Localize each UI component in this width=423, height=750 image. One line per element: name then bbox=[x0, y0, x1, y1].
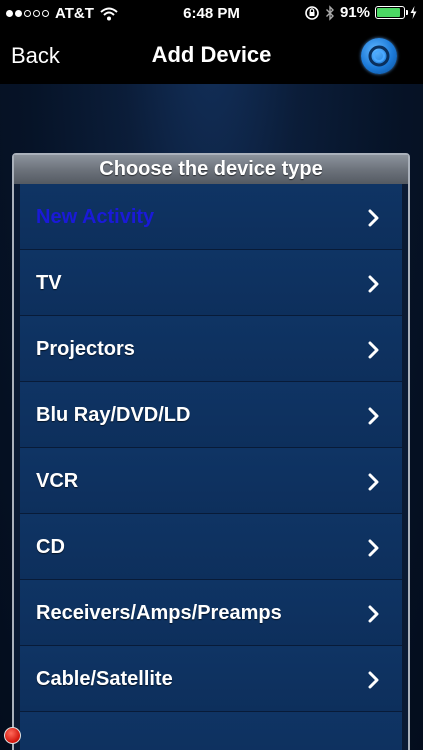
chevron-right-icon bbox=[368, 275, 379, 293]
record-indicator-icon[interactable] bbox=[4, 727, 21, 744]
list-item-vcr[interactable]: VCR bbox=[20, 448, 402, 514]
status-bar: AT&T 6:48 PM 91% bbox=[0, 0, 423, 28]
list-item-cable-satellite[interactable]: Cable/Satellite bbox=[20, 646, 402, 712]
device-type-list[interactable]: New Activity TV Projectors Blu Ray/DVD/L… bbox=[20, 184, 402, 750]
battery-icon bbox=[375, 6, 408, 19]
status-right: 91% bbox=[304, 4, 417, 21]
chevron-right-icon bbox=[368, 407, 379, 425]
list-item-label: Blu Ray/DVD/LD bbox=[36, 404, 191, 426]
power-button[interactable] bbox=[361, 38, 397, 74]
chevron-right-icon bbox=[368, 341, 379, 359]
chevron-right-icon bbox=[368, 605, 379, 623]
list-item-projectors[interactable]: Projectors bbox=[20, 316, 402, 382]
list-item-label: Projectors bbox=[36, 338, 135, 360]
list-item-cd[interactable]: CD bbox=[20, 514, 402, 580]
list-item-partial[interactable] bbox=[20, 712, 402, 750]
charging-bolt-icon bbox=[410, 6, 417, 19]
list-item-label: CD bbox=[36, 536, 65, 558]
list-item-tv[interactable]: TV bbox=[20, 250, 402, 316]
page-title: Add Device bbox=[151, 42, 272, 67]
battery-fill bbox=[377, 8, 401, 17]
device-type-panel: Choose the device type New Activity TV P… bbox=[12, 153, 410, 750]
list-item-new-activity[interactable]: New Activity bbox=[20, 184, 402, 250]
chevron-right-icon bbox=[368, 473, 379, 491]
list-item-label: TV bbox=[36, 272, 62, 294]
bluetooth-icon bbox=[325, 4, 334, 21]
chevron-right-icon bbox=[368, 671, 379, 689]
navigation-bar: Back Add Device bbox=[0, 28, 423, 84]
battery-percent: 91% bbox=[339, 4, 370, 21]
power-icon bbox=[368, 45, 390, 67]
chevron-right-icon bbox=[368, 539, 379, 557]
list-item-receivers[interactable]: Receivers/Amps/Preamps bbox=[20, 580, 402, 646]
rotation-lock-icon bbox=[305, 5, 319, 20]
list-item-blu-ray[interactable]: Blu Ray/DVD/LD bbox=[20, 382, 402, 448]
list-item-label: Receivers/Amps/Preamps bbox=[36, 602, 282, 624]
chevron-right-icon bbox=[368, 209, 379, 227]
list-item-label: New Activity bbox=[36, 206, 155, 228]
screen: AT&T 6:48 PM 91% Back Add Device Choose … bbox=[0, 0, 423, 750]
panel-header: Choose the device type bbox=[14, 155, 408, 184]
list-item-label: VCR bbox=[36, 470, 79, 492]
list-item-label: Cable/Satellite bbox=[36, 668, 173, 690]
